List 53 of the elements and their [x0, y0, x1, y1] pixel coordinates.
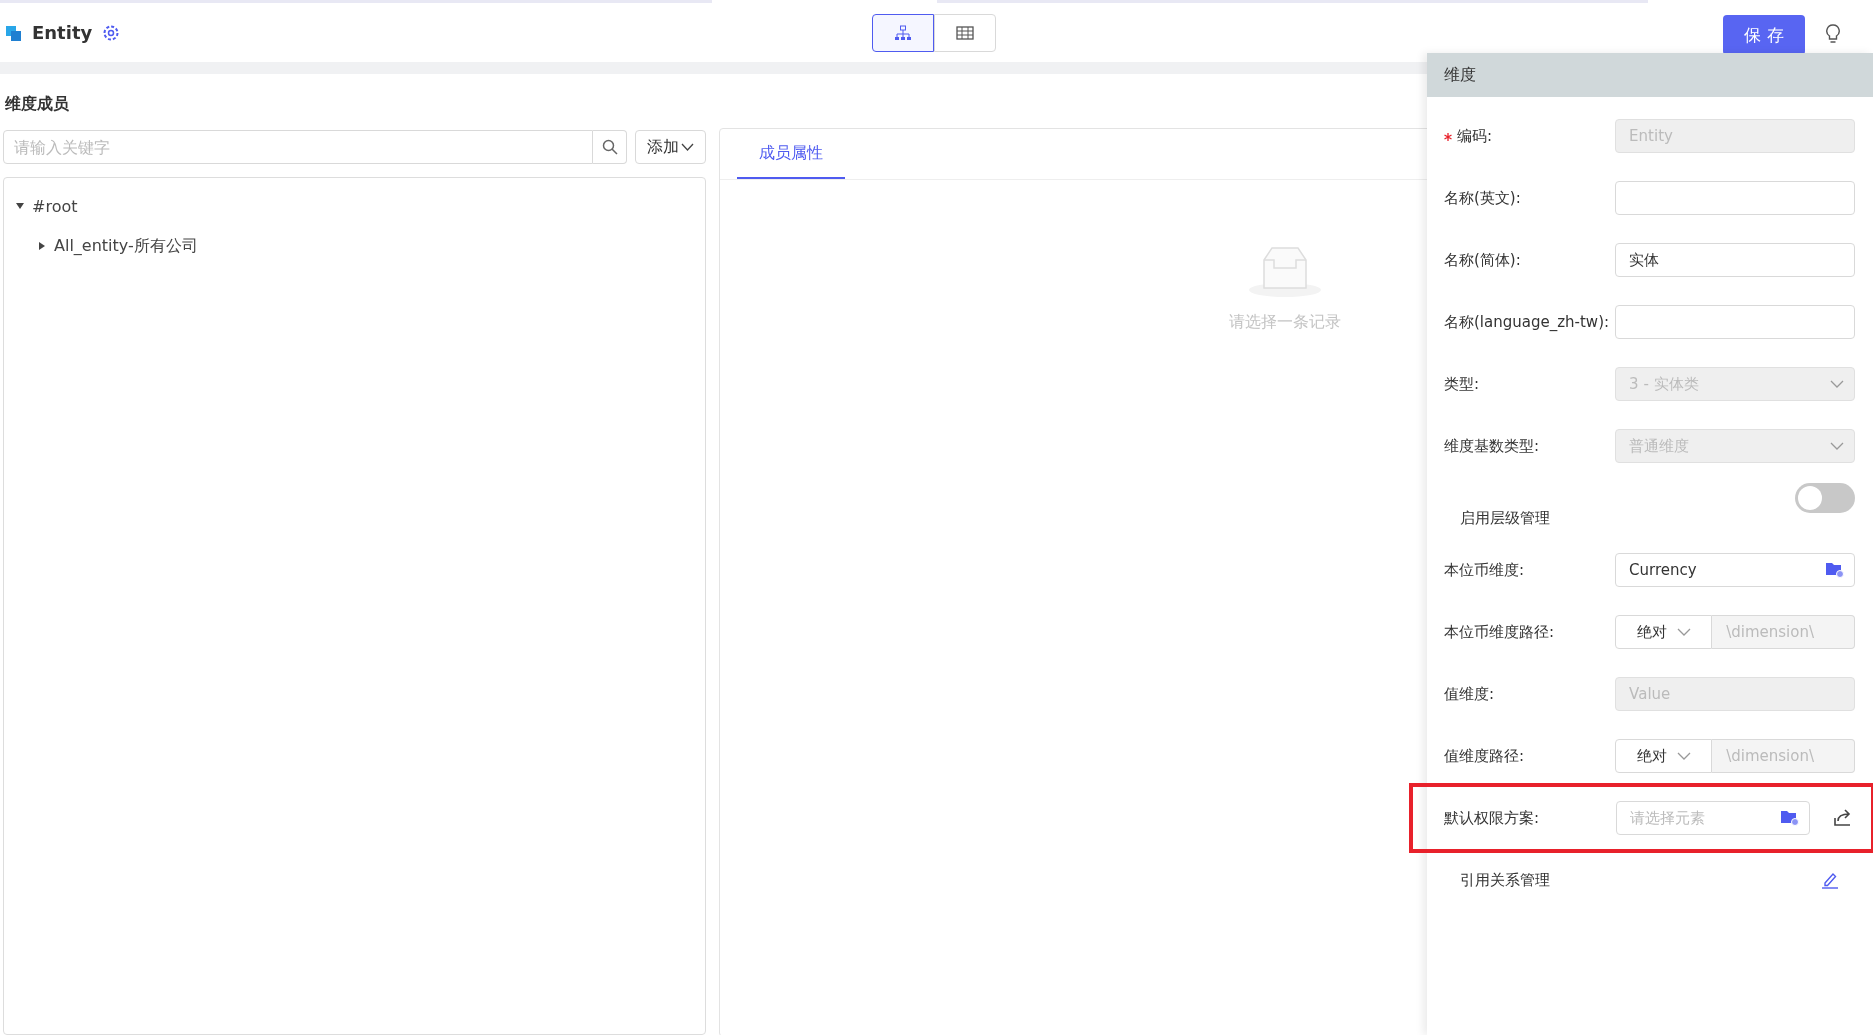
field-label: 类型: [1444, 374, 1480, 394]
share-icon [1833, 809, 1853, 827]
picker-field[interactable]: Currency [1615, 553, 1855, 587]
entity-title: Entity [32, 22, 93, 43]
table-view-button[interactable] [934, 14, 996, 52]
chevron-down-icon [1830, 441, 1844, 451]
path-field: \dimension\ [1712, 615, 1855, 649]
mode-select[interactable]: 绝对 [1615, 739, 1713, 773]
caret-right-icon[interactable] [38, 242, 46, 250]
panel-title: 维度成员 [5, 94, 69, 115]
settings-icon[interactable] [102, 23, 121, 42]
tree-view-button[interactable] [872, 14, 934, 52]
folder-icon[interactable] [1826, 562, 1844, 578]
chevron-down-icon [1830, 379, 1844, 389]
cube-logo-icon [6, 24, 22, 41]
search-icon [601, 139, 618, 155]
save-button[interactable]: 保 存 [1723, 15, 1805, 55]
share-button[interactable] [1833, 809, 1853, 827]
field-label: 值维度: [1444, 684, 1495, 704]
chevron-down-icon [1676, 627, 1691, 637]
table-icon [956, 26, 974, 40]
search-button[interactable] [593, 130, 627, 164]
toggle-label: 启用层级管理 [1460, 508, 1550, 528]
text-field[interactable] [1615, 305, 1855, 339]
tree-node[interactable]: All_entity-所有公司 [4, 226, 705, 266]
tree-node[interactable]: #root [4, 186, 705, 226]
required-icon [1444, 132, 1452, 141]
field-label: 名称(英文): [1444, 188, 1521, 208]
mode-select[interactable]: 绝对 [1615, 615, 1713, 649]
text-field[interactable] [1615, 181, 1855, 215]
add-button[interactable]: 添加 [635, 130, 706, 164]
edit-icon[interactable] [1821, 871, 1839, 889]
drawer-header: 维度 [1427, 53, 1873, 97]
field-label: 本位币维度: [1444, 560, 1525, 580]
field-label: 编码: [1444, 126, 1493, 146]
field-label: 名称(简体): [1444, 250, 1521, 270]
path-field: \dimension\ [1712, 739, 1855, 773]
toggle-switch[interactable] [1795, 483, 1855, 513]
field-label: 默认权限方案: [1444, 808, 1540, 828]
field-label: 名称(language_zh-tw): [1444, 312, 1610, 332]
hierarchy-icon [894, 25, 912, 41]
chevron-down-icon [1676, 751, 1691, 761]
field-label: 本位币维度路径: [1444, 622, 1555, 642]
text-field[interactable]: 实体 [1615, 243, 1855, 277]
reference-label: 引用关系管理 [1460, 870, 1550, 890]
search-field[interactable]: 请输入关键字 [3, 130, 593, 164]
folder-icon[interactable] [1781, 810, 1799, 826]
field-label: 值维度路径: [1444, 746, 1525, 766]
tab[interactable]: 成员属性 [737, 129, 845, 179]
field-label: 维度基数类型: [1444, 436, 1540, 456]
chevron-down-icon [681, 143, 694, 151]
caret-down-icon[interactable] [16, 202, 24, 210]
lightbulb-icon[interactable] [1825, 24, 1841, 44]
